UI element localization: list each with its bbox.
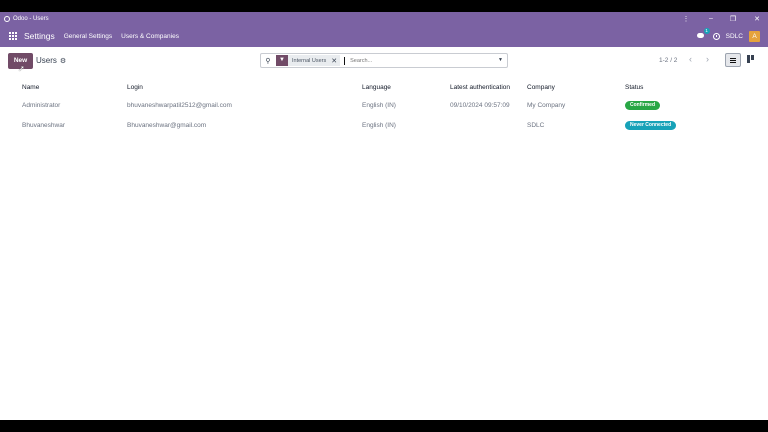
list-view-button[interactable] bbox=[725, 53, 741, 67]
app-icon bbox=[4, 15, 10, 22]
col-header-status[interactable]: Status bbox=[625, 79, 768, 95]
window-titlebar: Odoo - Users ⋮ – ❐ ✕ bbox=[0, 12, 768, 25]
search-bar[interactable]: ⚲ ▼ Internal Users ✕ ▼ bbox=[260, 53, 508, 68]
filter-icon: ▼ bbox=[276, 55, 288, 66]
apps-menu-icon[interactable] bbox=[9, 32, 17, 40]
company-switcher[interactable]: SDLC bbox=[726, 33, 743, 40]
cell-latest-auth bbox=[450, 115, 527, 135]
table-row[interactable]: Bhuvaneshwar Bhuvaneshwar@gmail.com Engl… bbox=[0, 115, 768, 135]
text-caret bbox=[344, 56, 346, 65]
col-header-name[interactable]: Name bbox=[0, 79, 127, 95]
users-table: Name Login Language Latest authenticatio… bbox=[0, 79, 768, 135]
cell-login: bhuvaneshwarpatil2512@gmail.com bbox=[127, 101, 232, 109]
chat-badge: 1 bbox=[703, 28, 710, 34]
mouse-cursor-icon: ➚ bbox=[18, 64, 25, 73]
cell-latest-auth: 09/10/2024 09:57:09 bbox=[450, 101, 510, 109]
gear-icon[interactable]: ⚙ bbox=[60, 57, 66, 65]
pager-next-icon[interactable]: › bbox=[706, 54, 709, 64]
user-avatar[interactable]: A bbox=[749, 30, 760, 42]
status-badge: Never Connected bbox=[625, 120, 677, 130]
cell-name: Administrator bbox=[22, 101, 61, 109]
activity-clock-icon[interactable] bbox=[712, 32, 720, 40]
nav-general-settings[interactable]: General Settings bbox=[64, 33, 112, 40]
close-window-button[interactable]: ✕ bbox=[750, 12, 764, 25]
status-badge: Confirmed bbox=[625, 100, 660, 110]
pager-previous-icon[interactable]: ‹ bbox=[689, 54, 692, 64]
cell-company: SDLC bbox=[527, 121, 545, 129]
search-facet: ▼ Internal Users ✕ bbox=[276, 55, 341, 66]
cell-language: English (IN) bbox=[362, 121, 396, 129]
restore-button[interactable]: ❐ bbox=[726, 12, 740, 25]
col-header-language[interactable]: Language bbox=[362, 79, 450, 95]
window-title: Odoo - Users bbox=[13, 15, 49, 22]
facet-label: Internal Users bbox=[292, 57, 327, 64]
more-options-icon[interactable]: ⋮ bbox=[679, 12, 693, 25]
breadcrumb: Users ⚙ bbox=[36, 56, 66, 65]
kanban-view-button[interactable] bbox=[745, 53, 759, 67]
cell-login: Bhuvaneshwar@gmail.com bbox=[127, 121, 207, 129]
col-header-latest-auth[interactable]: Latest authentication bbox=[450, 79, 527, 95]
search-icon[interactable]: ⚲ bbox=[263, 57, 273, 65]
remove-facet-icon[interactable]: ✕ bbox=[331, 57, 337, 65]
chat-icon[interactable]: 1 bbox=[696, 28, 710, 40]
search-options-dropdown-icon[interactable]: ▼ bbox=[498, 57, 503, 63]
nav-users-companies[interactable]: Users & Companies bbox=[121, 33, 179, 40]
col-header-company[interactable]: Company bbox=[527, 79, 625, 95]
main-content: New ➚ Users ⚙ ⚲ ▼ Internal Users ✕ ▼ 1-2… bbox=[0, 47, 768, 420]
pager-value[interactable]: 1-2 / 2 bbox=[659, 57, 677, 64]
search-input[interactable] bbox=[348, 56, 473, 65]
cell-language: English (IN) bbox=[362, 101, 396, 109]
bottom-letterbox bbox=[0, 420, 768, 432]
breadcrumb-users: Users bbox=[36, 56, 57, 65]
cell-company: My Company bbox=[527, 101, 566, 109]
minimize-button[interactable]: – bbox=[704, 12, 718, 25]
cell-status: Never Connected bbox=[625, 115, 768, 135]
table-header-row: Name Login Language Latest authenticatio… bbox=[0, 79, 768, 95]
cell-status: Confirmed bbox=[625, 95, 768, 115]
table-row[interactable]: Administrator bhuvaneshwarpatil2512@gmai… bbox=[0, 95, 768, 115]
app-title[interactable]: Settings bbox=[24, 31, 55, 41]
cell-name: Bhuvaneshwar bbox=[22, 121, 65, 129]
col-header-login[interactable]: Login bbox=[127, 79, 362, 95]
top-navbar: Settings General Settings Users & Compan… bbox=[0, 25, 768, 47]
